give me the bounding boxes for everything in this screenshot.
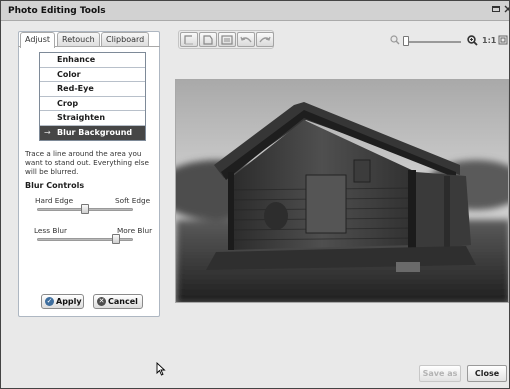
redo-icon[interactable] <box>256 32 274 47</box>
menu-item-straighten[interactable]: Straighten <box>40 111 145 126</box>
tab-adjust[interactable]: Adjust <box>20 32 56 48</box>
zoom-slider-track[interactable] <box>403 41 461 43</box>
mouse-cursor-icon <box>156 361 166 378</box>
soft-edge-label: Soft Edge <box>115 196 151 205</box>
menu-item-red-eye[interactable]: Red-Eye <box>40 82 145 97</box>
photo-image <box>176 80 508 302</box>
menu-item-label: Enhance <box>57 55 96 64</box>
title-bar: Photo Editing Tools <box>1 1 509 21</box>
close-button[interactable]: Close <box>467 365 507 382</box>
apply-label: Apply <box>56 297 82 306</box>
blur-amount-slider-thumb[interactable] <box>111 234 120 244</box>
app-window: Photo Editing Tools Adjust Retouch Clipb… <box>0 0 510 389</box>
menu-item-label: Straighten <box>57 113 106 122</box>
zoom-out-icon[interactable] <box>390 35 400 47</box>
menu-item-label: Crop <box>57 98 79 108</box>
window-title: Photo Editing Tools <box>8 6 106 16</box>
apply-button[interactable]: ✓ Apply <box>41 294 84 309</box>
menu-item-crop[interactable]: Crop <box>40 97 145 111</box>
menu-item-color[interactable]: Color <box>40 68 145 82</box>
rotate-right-icon[interactable] <box>199 32 217 47</box>
selected-arrow-icon: → <box>44 127 51 137</box>
photo-canvas[interactable] <box>175 79 509 303</box>
adjust-menu: Enhance Color Red-Eye Crop Straighten → … <box>39 52 146 141</box>
cancel-button[interactable]: ✕ Cancel <box>93 294 143 309</box>
tab-clipboard[interactable]: Clipboard <box>101 32 150 47</box>
less-blur-label: Less Blur <box>34 226 68 235</box>
hard-edge-label: Hard Edge <box>35 196 74 205</box>
menu-item-label: Red-Eye <box>57 84 94 93</box>
cancel-x-icon: ✕ <box>97 297 106 306</box>
rotate-left-icon[interactable] <box>180 32 198 47</box>
more-blur-label: More Blur <box>117 226 153 235</box>
zoom-slider-thumb[interactable] <box>402 36 409 46</box>
zoom-ratio-label[interactable]: 1:1 <box>482 36 496 45</box>
checkmark-icon: ✓ <box>45 297 54 306</box>
menu-item-label: Color <box>57 69 81 79</box>
tab-retouch[interactable]: Retouch <box>57 32 100 47</box>
zoom-in-icon[interactable] <box>467 35 478 48</box>
menu-item-enhance[interactable]: Enhance <box>40 53 145 68</box>
close-icon[interactable] <box>502 4 509 16</box>
fit-to-window-icon[interactable] <box>498 35 508 47</box>
fit-icon[interactable] <box>218 32 236 47</box>
edge-slider-thumb[interactable] <box>81 204 89 214</box>
cancel-label: Cancel <box>108 297 138 306</box>
minimize-icon[interactable] <box>490 4 502 16</box>
blur-instructions: Trace a line around the area you want to… <box>25 149 149 176</box>
blur-controls-title: Blur Controls <box>25 181 85 190</box>
menu-item-blur-background[interactable]: → Blur Background <box>40 125 145 140</box>
save-as-button[interactable]: Save as <box>419 365 461 382</box>
undo-icon[interactable] <box>237 32 255 47</box>
menu-item-label: Blur Background <box>57 127 133 137</box>
